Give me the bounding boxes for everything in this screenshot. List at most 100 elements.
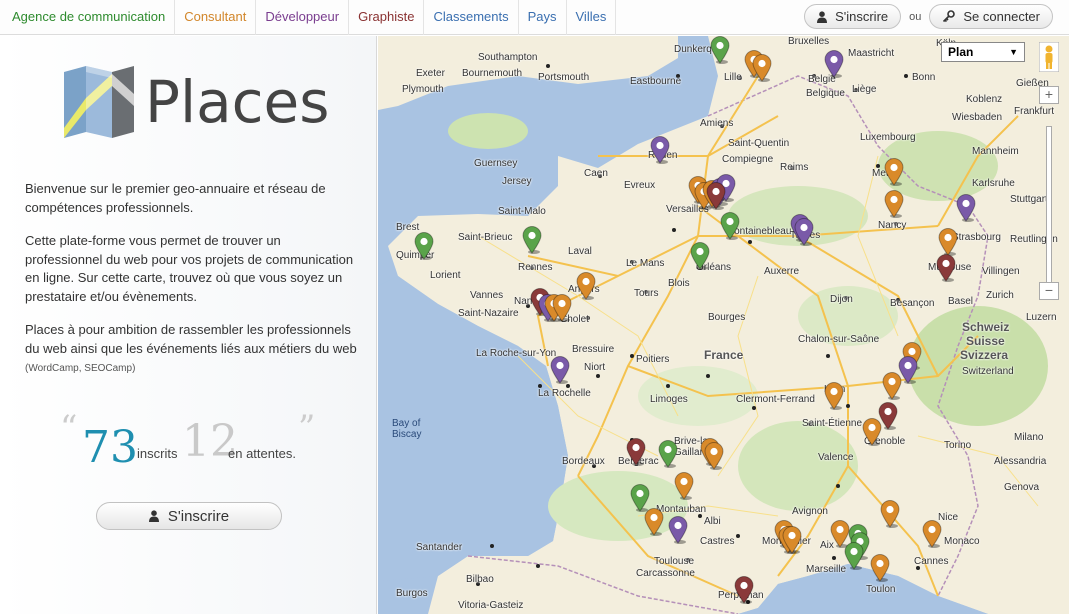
map-marker-pin-icon[interactable]: [824, 382, 844, 410]
map-label: Saint-Nazaire: [458, 308, 519, 319]
map-marker-pin-icon[interactable]: [938, 228, 958, 256]
map-label: Luzern: [1026, 312, 1057, 323]
map-label: Basel: [948, 296, 974, 307]
map-marker-pin-icon[interactable]: [752, 54, 772, 82]
map-marker-pin-icon[interactable]: [880, 500, 900, 528]
nav-item-developpeur[interactable]: Développeur: [256, 0, 350, 35]
map-label: Nancy: [878, 220, 907, 231]
map-label: Besançon: [890, 298, 935, 309]
zoom-in-button[interactable]: +: [1039, 86, 1059, 104]
map-label: La Rochelle: [538, 388, 591, 399]
map-marker-pin-icon[interactable]: [414, 232, 434, 260]
signup-button[interactable]: S'inscrire: [804, 4, 902, 29]
map-label: Evreux: [624, 180, 656, 191]
login-label: Se connecter: [963, 9, 1040, 24]
nav-item-classements[interactable]: Classements: [424, 0, 519, 35]
map-marker-pin-icon[interactable]: [522, 226, 542, 254]
intro-paragraph-3-small: (WordCamp, SEOCamp): [25, 363, 136, 374]
map-marker-pin-icon[interactable]: [644, 508, 664, 536]
map-label: Burgos: [396, 588, 428, 599]
map-label: Jersey: [502, 176, 532, 187]
map-marker-pin-icon[interactable]: [690, 242, 710, 270]
map-label: Carcassonne: [636, 568, 695, 579]
intro-paragraph-2: Cette plate-forme vous permet de trouver…: [25, 233, 354, 304]
nav-item-graphiste[interactable]: Graphiste: [349, 0, 425, 35]
map-marker-pin-icon[interactable]: [862, 418, 882, 446]
map-label: Bonn: [912, 72, 936, 83]
map-marker-pin-icon[interactable]: [922, 520, 942, 548]
map-label: Marseille: [806, 564, 847, 575]
map-view[interactable]: Southampton Exeter Bournemouth Portsmout…: [378, 36, 1069, 614]
map-label: Bilbao: [466, 574, 494, 585]
login-button[interactable]: Se connecter: [929, 4, 1053, 29]
map-label: Santander: [416, 542, 463, 553]
map-label: Le Mans: [626, 258, 665, 269]
map-marker-pin-icon[interactable]: [844, 542, 864, 570]
map-marker-pin-icon[interactable]: [734, 576, 754, 604]
map-marker-pin-icon[interactable]: [884, 158, 904, 186]
map-label: Vitoria-Gasteiz: [458, 600, 524, 611]
map-label: France: [704, 348, 744, 362]
nav-item-consultant[interactable]: Consultant: [175, 0, 257, 35]
map-label: Dijon: [830, 294, 853, 305]
map-marker-pin-icon[interactable]: [884, 190, 904, 218]
zoom-control: + −: [1039, 86, 1059, 301]
map-marker-pin-icon[interactable]: [550, 356, 570, 384]
map-label: Exeter: [416, 68, 445, 79]
street-view-pegman-icon[interactable]: [1039, 42, 1059, 72]
key-icon: [943, 10, 956, 23]
signup-label: S'inscrire: [835, 9, 889, 24]
nav-item-pays[interactable]: Pays: [519, 0, 567, 35]
user-icon: [817, 10, 828, 23]
map-marker-pin-icon[interactable]: [870, 554, 890, 582]
map-marker-pin-icon[interactable]: [668, 516, 688, 544]
map-label: Bressuire: [572, 344, 615, 355]
map-marker-pin-icon[interactable]: [706, 182, 726, 210]
map-marker-pin-icon[interactable]: [824, 50, 844, 78]
map-label: Mannheim: [972, 146, 1019, 157]
map-marker-pin-icon[interactable]: [658, 440, 678, 468]
map-marker-pin-icon[interactable]: [794, 218, 814, 246]
map-label: Laval: [568, 246, 592, 257]
folded-map-icon: [64, 66, 134, 138]
map-label: Schweiz: [962, 320, 1010, 334]
map-label: Limoges: [650, 394, 688, 405]
map-marker-pin-icon[interactable]: [626, 438, 646, 466]
auth-box: S'inscrire ou Se connecter: [804, 4, 1053, 29]
user-icon: [148, 510, 159, 522]
map-marker-pin-icon[interactable]: [650, 136, 670, 164]
map-marker-pin-icon[interactable]: [936, 254, 956, 282]
registered-count: 73: [82, 422, 138, 473]
map-label: Alessandria: [994, 456, 1047, 467]
map-marker-pin-icon[interactable]: [882, 372, 902, 400]
map-type-label: Plan: [948, 45, 974, 59]
zoom-slider-track[interactable]: [1046, 126, 1052, 286]
open-quote: “: [60, 408, 78, 448]
map-marker-pin-icon[interactable]: [552, 294, 572, 322]
map-marker-pin-icon[interactable]: [720, 212, 740, 240]
map-type-select[interactable]: Plan ▼: [941, 42, 1025, 62]
map-marker-pin-icon[interactable]: [674, 472, 694, 500]
map-label: Wiesbaden: [952, 112, 1003, 123]
map-label: Monaco: [944, 536, 980, 547]
map-label: Genova: [1004, 482, 1040, 493]
map-marker-pin-icon[interactable]: [704, 442, 724, 470]
places-logo[interactable]: Places: [60, 66, 329, 138]
nav-item-agence[interactable]: Agence de communication: [0, 0, 176, 35]
map-marker-pin-icon[interactable]: [576, 272, 596, 300]
signup-cta-button[interactable]: S'inscrire: [96, 502, 282, 530]
map-label: Amiens: [700, 118, 734, 129]
map-label: Saint-Malo: [498, 206, 546, 217]
map-label: Reims: [780, 162, 809, 173]
map-marker-pin-icon[interactable]: [710, 36, 730, 64]
map-label: Bruxelles: [788, 36, 830, 47]
brand-name: Places: [145, 68, 330, 136]
nav-item-villes[interactable]: Villes: [567, 0, 617, 35]
map-label: Villingen: [982, 266, 1020, 277]
zoom-out-button[interactable]: −: [1039, 282, 1059, 300]
map-marker-pin-icon[interactable]: [782, 526, 802, 554]
map-label: Bay of Biscay: [392, 418, 422, 440]
close-quote: ”: [298, 408, 316, 448]
registered-label: inscrits: [137, 446, 178, 461]
map-marker-pin-icon[interactable]: [956, 194, 976, 222]
